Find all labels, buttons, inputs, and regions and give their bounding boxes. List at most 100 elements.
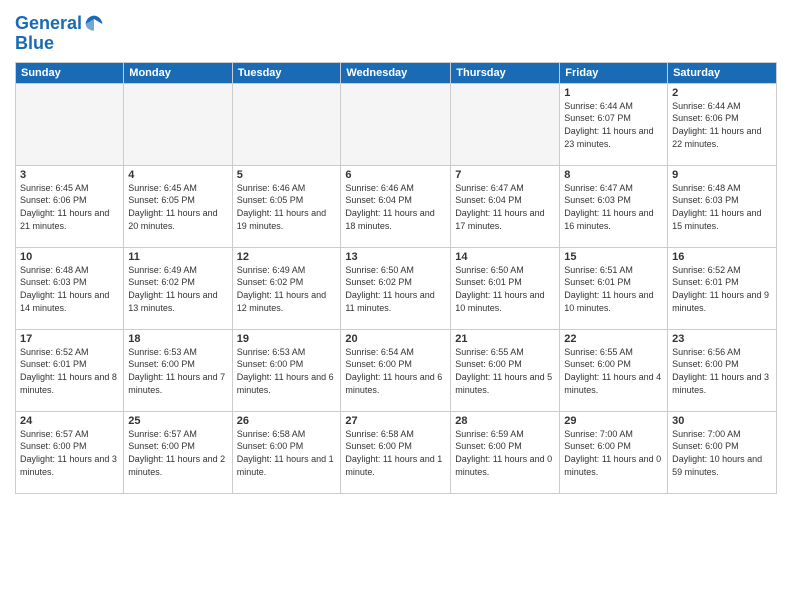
day-number: 17 — [20, 333, 119, 345]
calendar-cell: 23Sunrise: 6:56 AM Sunset: 6:00 PM Dayli… — [668, 329, 777, 411]
logo: General Blue — [15, 14, 104, 54]
day-number: 9 — [672, 169, 772, 181]
day-number: 1 — [564, 87, 663, 99]
calendar-week-row: 1Sunrise: 6:44 AM Sunset: 6:07 PM Daylig… — [16, 83, 777, 165]
calendar-week-row: 3Sunrise: 6:45 AM Sunset: 6:06 PM Daylig… — [16, 165, 777, 247]
day-number: 11 — [128, 251, 227, 263]
day-number: 28 — [455, 415, 555, 427]
calendar-cell: 10Sunrise: 6:48 AM Sunset: 6:03 PM Dayli… — [16, 247, 124, 329]
day-info: Sunrise: 6:49 AM Sunset: 6:02 PM Dayligh… — [128, 264, 227, 314]
day-number: 22 — [564, 333, 663, 345]
calendar-cell: 26Sunrise: 6:58 AM Sunset: 6:00 PM Dayli… — [232, 411, 341, 493]
day-number: 12 — [237, 251, 337, 263]
calendar-week-row: 10Sunrise: 6:48 AM Sunset: 6:03 PM Dayli… — [16, 247, 777, 329]
calendar: SundayMondayTuesdayWednesdayThursdayFrid… — [15, 62, 777, 494]
calendar-cell: 29Sunrise: 7:00 AM Sunset: 6:00 PM Dayli… — [560, 411, 668, 493]
day-info: Sunrise: 6:55 AM Sunset: 6:00 PM Dayligh… — [455, 346, 555, 396]
calendar-cell: 21Sunrise: 6:55 AM Sunset: 6:00 PM Dayli… — [451, 329, 560, 411]
day-info: Sunrise: 6:56 AM Sunset: 6:00 PM Dayligh… — [672, 346, 772, 396]
calendar-cell: 17Sunrise: 6:52 AM Sunset: 6:01 PM Dayli… — [16, 329, 124, 411]
day-number: 8 — [564, 169, 663, 181]
weekday-header: Saturday — [668, 62, 777, 83]
weekday-header: Monday — [124, 62, 232, 83]
calendar-cell: 24Sunrise: 6:57 AM Sunset: 6:00 PM Dayli… — [16, 411, 124, 493]
day-info: Sunrise: 6:46 AM Sunset: 6:04 PM Dayligh… — [345, 182, 446, 232]
day-number: 15 — [564, 251, 663, 263]
calendar-cell: 3Sunrise: 6:45 AM Sunset: 6:06 PM Daylig… — [16, 165, 124, 247]
day-number: 6 — [345, 169, 446, 181]
day-number: 19 — [237, 333, 337, 345]
calendar-cell: 19Sunrise: 6:53 AM Sunset: 6:00 PM Dayli… — [232, 329, 341, 411]
day-info: Sunrise: 6:57 AM Sunset: 6:00 PM Dayligh… — [128, 428, 227, 478]
weekday-header: Friday — [560, 62, 668, 83]
calendar-cell — [232, 83, 341, 165]
calendar-cell: 8Sunrise: 6:47 AM Sunset: 6:03 PM Daylig… — [560, 165, 668, 247]
calendar-cell: 5Sunrise: 6:46 AM Sunset: 6:05 PM Daylig… — [232, 165, 341, 247]
day-info: Sunrise: 6:54 AM Sunset: 6:00 PM Dayligh… — [345, 346, 446, 396]
calendar-week-row: 24Sunrise: 6:57 AM Sunset: 6:00 PM Dayli… — [16, 411, 777, 493]
day-info: Sunrise: 6:49 AM Sunset: 6:02 PM Dayligh… — [237, 264, 337, 314]
day-number: 25 — [128, 415, 227, 427]
calendar-cell: 1Sunrise: 6:44 AM Sunset: 6:07 PM Daylig… — [560, 83, 668, 165]
day-info: Sunrise: 6:53 AM Sunset: 6:00 PM Dayligh… — [237, 346, 337, 396]
day-number: 18 — [128, 333, 227, 345]
day-info: Sunrise: 6:58 AM Sunset: 6:00 PM Dayligh… — [237, 428, 337, 478]
day-info: Sunrise: 6:48 AM Sunset: 6:03 PM Dayligh… — [20, 264, 119, 314]
day-number: 21 — [455, 333, 555, 345]
day-info: Sunrise: 6:45 AM Sunset: 6:06 PM Dayligh… — [20, 182, 119, 232]
day-number: 23 — [672, 333, 772, 345]
calendar-cell: 20Sunrise: 6:54 AM Sunset: 6:00 PM Dayli… — [341, 329, 451, 411]
weekday-header: Sunday — [16, 62, 124, 83]
day-number: 27 — [345, 415, 446, 427]
calendar-cell: 9Sunrise: 6:48 AM Sunset: 6:03 PM Daylig… — [668, 165, 777, 247]
calendar-cell — [124, 83, 232, 165]
day-number: 10 — [20, 251, 119, 263]
day-info: Sunrise: 6:50 AM Sunset: 6:01 PM Dayligh… — [455, 264, 555, 314]
calendar-cell: 2Sunrise: 6:44 AM Sunset: 6:06 PM Daylig… — [668, 83, 777, 165]
calendar-cell: 15Sunrise: 6:51 AM Sunset: 6:01 PM Dayli… — [560, 247, 668, 329]
page-header: General Blue — [15, 10, 777, 54]
day-number: 24 — [20, 415, 119, 427]
calendar-cell: 11Sunrise: 6:49 AM Sunset: 6:02 PM Dayli… — [124, 247, 232, 329]
calendar-cell: 4Sunrise: 6:45 AM Sunset: 6:05 PM Daylig… — [124, 165, 232, 247]
day-number: 4 — [128, 169, 227, 181]
calendar-cell: 30Sunrise: 7:00 AM Sunset: 6:00 PM Dayli… — [668, 411, 777, 493]
calendar-cell — [16, 83, 124, 165]
day-number: 30 — [672, 415, 772, 427]
weekday-header: Tuesday — [232, 62, 341, 83]
calendar-cell — [451, 83, 560, 165]
calendar-cell: 6Sunrise: 6:46 AM Sunset: 6:04 PM Daylig… — [341, 165, 451, 247]
day-number: 13 — [345, 251, 446, 263]
day-number: 5 — [237, 169, 337, 181]
day-info: Sunrise: 6:53 AM Sunset: 6:00 PM Dayligh… — [128, 346, 227, 396]
day-info: Sunrise: 6:47 AM Sunset: 6:04 PM Dayligh… — [455, 182, 555, 232]
day-info: Sunrise: 6:46 AM Sunset: 6:05 PM Dayligh… — [237, 182, 337, 232]
calendar-cell: 14Sunrise: 6:50 AM Sunset: 6:01 PM Dayli… — [451, 247, 560, 329]
day-info: Sunrise: 6:52 AM Sunset: 6:01 PM Dayligh… — [672, 264, 772, 314]
day-number: 29 — [564, 415, 663, 427]
calendar-header-row: SundayMondayTuesdayWednesdayThursdayFrid… — [16, 62, 777, 83]
day-info: Sunrise: 6:44 AM Sunset: 6:06 PM Dayligh… — [672, 100, 772, 150]
day-info: Sunrise: 7:00 AM Sunset: 6:00 PM Dayligh… — [564, 428, 663, 478]
day-number: 7 — [455, 169, 555, 181]
day-info: Sunrise: 6:58 AM Sunset: 6:00 PM Dayligh… — [345, 428, 446, 478]
weekday-header: Thursday — [451, 62, 560, 83]
day-info: Sunrise: 6:45 AM Sunset: 6:05 PM Dayligh… — [128, 182, 227, 232]
day-number: 26 — [237, 415, 337, 427]
calendar-cell — [341, 83, 451, 165]
day-number: 3 — [20, 169, 119, 181]
day-number: 14 — [455, 251, 555, 263]
calendar-week-row: 17Sunrise: 6:52 AM Sunset: 6:01 PM Dayli… — [16, 329, 777, 411]
calendar-cell: 27Sunrise: 6:58 AM Sunset: 6:00 PM Dayli… — [341, 411, 451, 493]
logo-text: General — [15, 14, 82, 34]
day-info: Sunrise: 6:51 AM Sunset: 6:01 PM Dayligh… — [564, 264, 663, 314]
day-info: Sunrise: 6:47 AM Sunset: 6:03 PM Dayligh… — [564, 182, 663, 232]
calendar-cell: 7Sunrise: 6:47 AM Sunset: 6:04 PM Daylig… — [451, 165, 560, 247]
day-info: Sunrise: 6:57 AM Sunset: 6:00 PM Dayligh… — [20, 428, 119, 478]
day-number: 2 — [672, 87, 772, 99]
day-info: Sunrise: 7:00 AM Sunset: 6:00 PM Dayligh… — [672, 428, 772, 478]
calendar-cell: 28Sunrise: 6:59 AM Sunset: 6:00 PM Dayli… — [451, 411, 560, 493]
day-info: Sunrise: 6:52 AM Sunset: 6:01 PM Dayligh… — [20, 346, 119, 396]
calendar-cell: 22Sunrise: 6:55 AM Sunset: 6:00 PM Dayli… — [560, 329, 668, 411]
day-info: Sunrise: 6:55 AM Sunset: 6:00 PM Dayligh… — [564, 346, 663, 396]
